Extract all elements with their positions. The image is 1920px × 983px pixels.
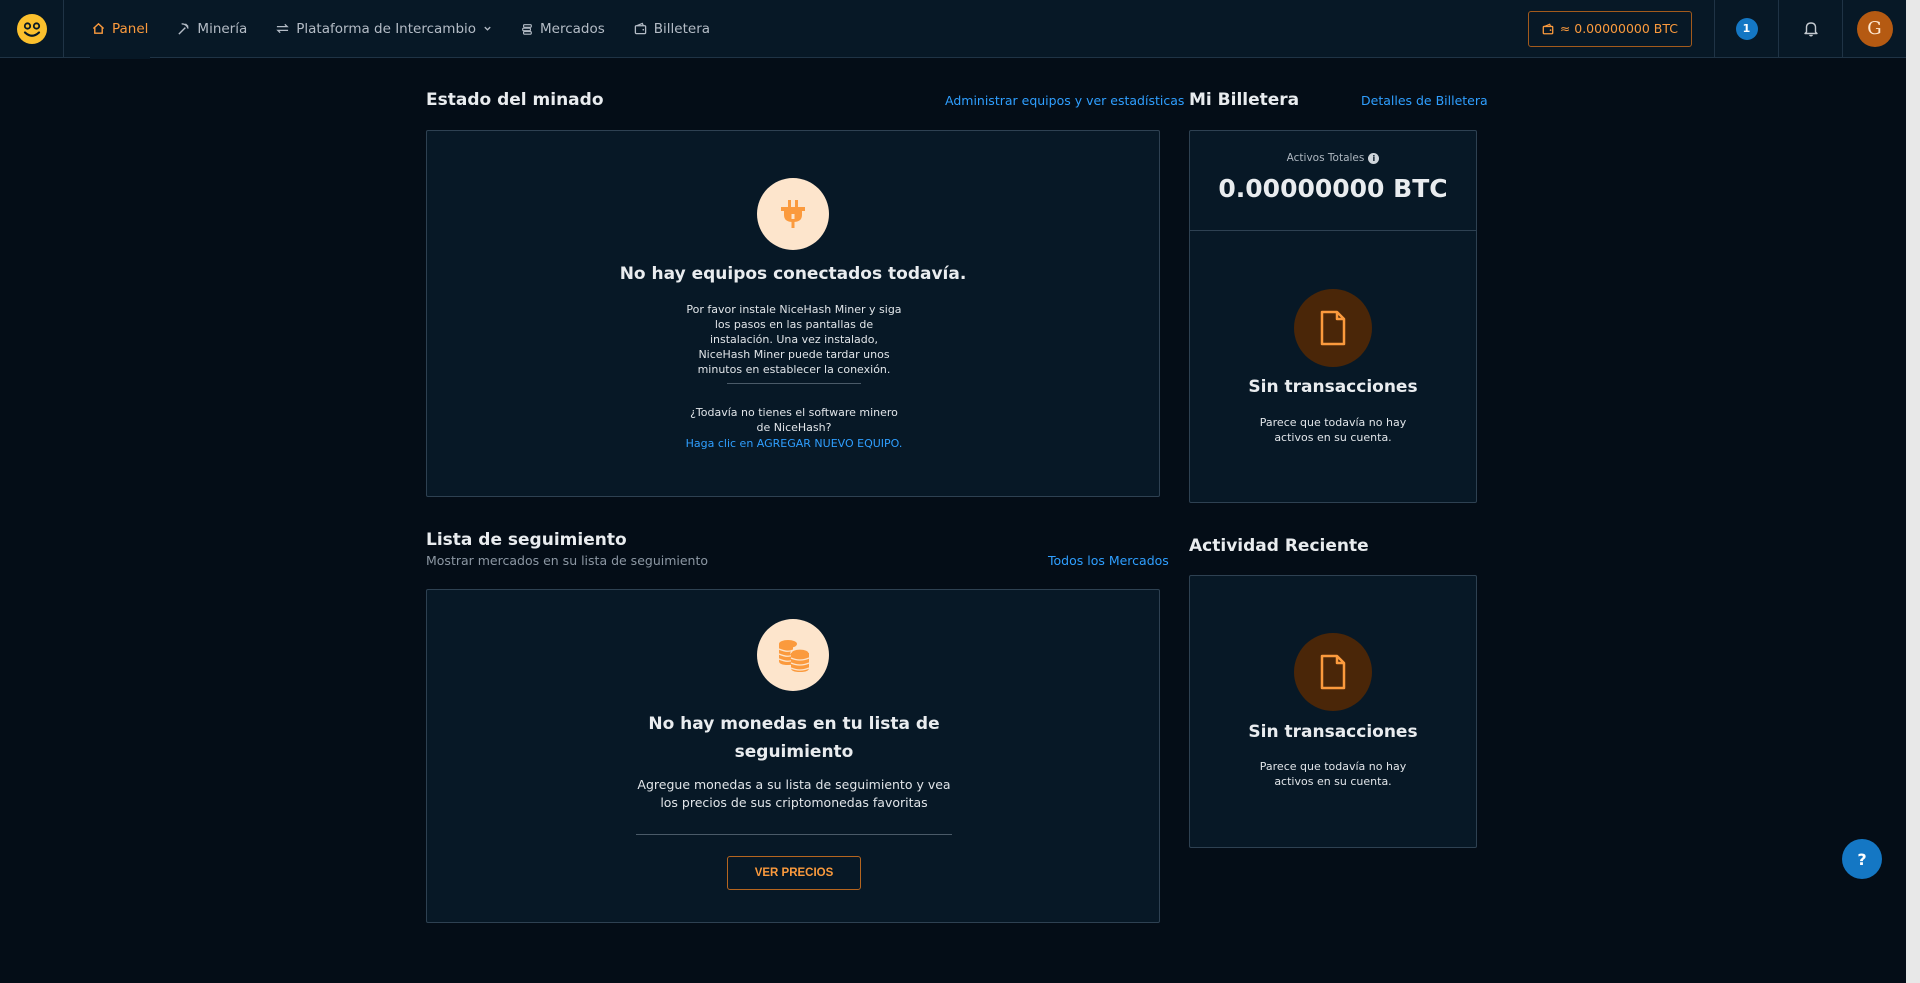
info-icon[interactable]: i xyxy=(1368,152,1380,164)
exchange-icon xyxy=(276,23,289,34)
main-nav: Panel Minería Plataforma de Intercambio … xyxy=(89,0,739,59)
user-menu-button[interactable]: G xyxy=(1842,0,1906,58)
no-software-text: ¿Todavía no tienes el software minero de… xyxy=(690,406,898,434)
document-icon-circle xyxy=(1294,633,1372,711)
wallet-icon xyxy=(634,22,647,35)
nav-item-label: Billetera xyxy=(653,20,711,37)
watchlist-subtitle: Mostrar mercados en su lista de seguimie… xyxy=(426,553,709,568)
wallet-card: Activos Totales i 0.00000000 BTC Sin tra… xyxy=(1189,130,1477,503)
document-icon xyxy=(1320,310,1346,346)
add-new-rig-link[interactable]: Haga clic en AGREGAR NUEVO EQUIPO. xyxy=(623,436,965,451)
nav-item-label: Minería xyxy=(197,20,248,37)
help-button[interactable]: ? xyxy=(1842,839,1882,879)
no-activity-description: Parece que todavía no hay activos en su … xyxy=(1259,760,1407,788)
nav-item-panel[interactable]: Panel xyxy=(89,0,151,59)
watchlist-section-title: Lista de seguimiento xyxy=(426,530,627,550)
no-rigs-title: No hay equipos conectados todavía. xyxy=(619,264,967,284)
pickaxe-icon xyxy=(178,23,190,35)
page-scrollbar[interactable] xyxy=(1906,0,1920,983)
wallet-icon xyxy=(1542,23,1554,34)
nicehash-logo-icon[interactable] xyxy=(16,13,47,44)
plug-icon xyxy=(781,200,805,228)
nav-item-label: Plataforma de Intercambio xyxy=(296,20,477,37)
home-icon xyxy=(92,22,105,34)
notifications-button[interactable] xyxy=(1778,0,1842,58)
divider xyxy=(1190,230,1476,231)
mining-status-card: No hay equipos conectados todavía. Por f… xyxy=(426,130,1160,497)
manage-rigs-link[interactable]: Administrar equipos y ver estadísticas xyxy=(945,93,1184,108)
nav-right-group: ≈ 0.00000000 BTC 1 G xyxy=(1527,0,1906,58)
document-icon-circle xyxy=(1294,289,1372,367)
top-navigation-bar: Panel Minería Plataforma de Intercambio … xyxy=(0,0,1906,59)
chevron-down-icon xyxy=(484,26,491,31)
wallet-balance-label: ≈ 0.00000000 BTC xyxy=(1559,21,1678,36)
activity-section-title: Actividad Reciente xyxy=(1189,536,1369,556)
notification-count-badge: 1 xyxy=(1735,17,1758,40)
total-assets-value: 0.00000000 BTC xyxy=(1218,174,1448,203)
avatar: G xyxy=(1856,10,1893,47)
nav-item-label: Panel xyxy=(112,20,149,37)
recent-activity-card: Sin transacciones Parece que todavía no … xyxy=(1189,575,1477,848)
nav-item-label: Mercados xyxy=(540,20,605,37)
coins-stack-icon xyxy=(778,640,810,672)
plug-icon-circle xyxy=(757,178,829,250)
empty-watchlist-title: No hay monedas en tu lista de seguimient… xyxy=(648,714,940,762)
nav-item-wallet[interactable]: Billetera xyxy=(634,0,710,58)
total-assets-label: Activos Totales xyxy=(1286,152,1365,164)
all-markets-link[interactable]: Todos los Mercados xyxy=(1048,553,1169,568)
divider xyxy=(636,834,952,835)
empty-watchlist-description: Agregue monedas a su lista de seguimient… xyxy=(637,777,951,810)
document-icon xyxy=(1320,654,1346,690)
watchlist-card: No hay monedas en tu lista de seguimient… xyxy=(426,589,1160,923)
nav-item-mining[interactable]: Minería xyxy=(177,0,247,58)
no-transactions-description: Parece que todavía no hay activos en su … xyxy=(1259,416,1407,444)
bell-icon xyxy=(1803,22,1818,37)
no-transactions-title: Sin transacciones xyxy=(1248,377,1418,397)
nav-item-markets[interactable]: Mercados xyxy=(521,0,605,58)
notification-count-button[interactable]: 1 xyxy=(1714,0,1778,58)
logo-container[interactable] xyxy=(0,0,64,58)
wallet-details-link[interactable]: Detalles de Billetera xyxy=(1361,93,1488,108)
view-prices-button[interactable]: VER PRECIOS xyxy=(727,856,861,890)
mining-section-title: Estado del minado xyxy=(426,90,604,110)
no-activity-title: Sin transacciones xyxy=(1248,722,1418,742)
no-rigs-description: Por favor instale NiceHash Miner y siga … xyxy=(686,303,902,376)
coins-icon-circle xyxy=(757,619,829,691)
wallet-section-title: Mi Billetera xyxy=(1189,90,1300,110)
total-assets-label-row: Activos Totales i xyxy=(1190,152,1476,164)
coins-icon xyxy=(522,23,532,35)
wallet-balance-button[interactable]: ≈ 0.00000000 BTC xyxy=(1527,10,1692,47)
nav-item-exchange[interactable]: Plataforma de Intercambio xyxy=(276,0,492,58)
divider xyxy=(727,383,861,384)
